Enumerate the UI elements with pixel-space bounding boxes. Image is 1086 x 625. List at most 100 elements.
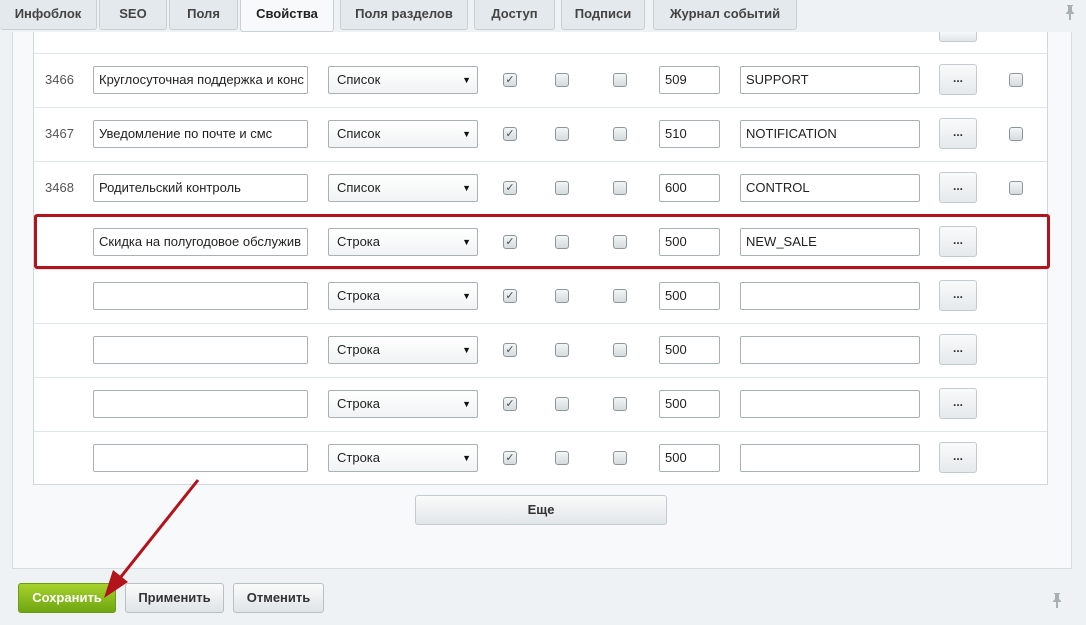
property-flag-checkbox[interactable]: ✓ <box>503 127 517 141</box>
property-flag-checkbox[interactable] <box>555 451 569 465</box>
property-type-value: Список <box>337 126 381 141</box>
pin-icon[interactable] <box>1064 4 1076 24</box>
property-delete-checkbox[interactable] <box>1009 73 1023 87</box>
more-rows-button[interactable]: Еще <box>415 495 667 525</box>
property-name-input[interactable]: Уведомление по почте и смс <box>93 120 308 148</box>
property-flag-checkbox[interactable] <box>555 235 569 249</box>
property-type-select[interactable]: Строка ▼ <box>328 390 478 418</box>
property-settings-button[interactable]: ... <box>939 172 977 203</box>
property-type-select[interactable]: Список ▼ <box>328 174 478 202</box>
property-code-input[interactable]: NEW_SALE <box>740 228 920 256</box>
property-flag-checkbox[interactable]: ✓ <box>503 73 517 87</box>
table-row: 3467 Уведомление по почте и смс Список ▼ ✓ 51… <box>34 107 1047 161</box>
table-row: 3466 Круглосуточная поддержка и конс Списо… <box>34 53 1047 107</box>
tab-event-log[interactable]: Журнал событий <box>653 0 797 30</box>
properties-button-partial[interactable] <box>939 32 977 42</box>
property-settings-button[interactable]: ... <box>939 442 977 473</box>
property-code-input[interactable] <box>740 336 920 364</box>
property-code-input[interactable] <box>740 444 920 472</box>
property-settings-button[interactable]: ... <box>939 64 977 95</box>
property-sort-input[interactable]: 500 <box>659 390 720 418</box>
properties-table: 3466 Круглосуточная поддержка и конс Списо… <box>33 32 1048 485</box>
save-button[interactable]: Сохранить <box>18 583 116 613</box>
table-row: Скидка на полугодовое обслужив Строка ▼ ✓ 50… <box>34 215 1047 269</box>
property-delete-checkbox[interactable] <box>1009 127 1023 141</box>
apply-button[interactable]: Применить <box>125 583 224 613</box>
property-name-input[interactable] <box>93 444 308 472</box>
tab-section-fields[interactable]: Поля разделов <box>340 0 468 30</box>
property-flag-checkbox[interactable] <box>555 343 569 357</box>
property-flag-checkbox[interactable] <box>555 397 569 411</box>
property-code-input[interactable] <box>740 282 920 310</box>
property-flag-checkbox[interactable] <box>613 181 627 195</box>
property-flag-checkbox[interactable] <box>613 343 627 357</box>
property-id: 3468 <box>45 180 74 195</box>
property-settings-button[interactable]: ... <box>939 280 977 311</box>
property-flag-checkbox[interactable] <box>555 289 569 303</box>
property-flag-checkbox[interactable]: ✓ <box>503 397 517 411</box>
table-row: Строка ▼ ✓ 500... <box>34 269 1047 323</box>
property-sort-input[interactable]: 510 <box>659 120 720 148</box>
property-code-input[interactable]: CONTROL <box>740 174 920 202</box>
property-flag-checkbox[interactable] <box>613 73 627 87</box>
tab-infoblock[interactable]: Инфоблок <box>0 0 97 30</box>
property-flag-checkbox[interactable] <box>613 397 627 411</box>
table-row: Строка ▼ ✓ 500... <box>34 377 1047 431</box>
property-flag-checkbox[interactable] <box>555 127 569 141</box>
tab-fields[interactable]: Поля <box>169 0 238 30</box>
property-flag-checkbox[interactable] <box>613 127 627 141</box>
property-flag-checkbox[interactable]: ✓ <box>503 181 517 195</box>
property-settings-button[interactable]: ... <box>939 226 977 257</box>
property-type-value: Строка <box>337 234 381 249</box>
property-sort-input[interactable]: 500 <box>659 282 720 310</box>
property-flag-checkbox[interactable] <box>613 289 627 303</box>
cancel-button[interactable]: Отменить <box>233 583 324 613</box>
property-flag-checkbox[interactable] <box>555 73 569 87</box>
property-settings-button[interactable]: ... <box>939 388 977 419</box>
property-name-input[interactable] <box>93 336 308 364</box>
dropdown-arrow-icon: ▼ <box>462 129 471 139</box>
property-flag-checkbox[interactable]: ✓ <box>503 451 517 465</box>
property-flag-checkbox[interactable]: ✓ <box>503 343 517 357</box>
property-sort-input[interactable]: 500 <box>659 336 720 364</box>
dropdown-arrow-icon: ▼ <box>462 453 471 463</box>
property-id: 3466 <box>45 72 74 87</box>
property-name-input[interactable] <box>93 282 308 310</box>
property-type-select[interactable]: Строка ▼ <box>328 228 478 256</box>
table-row: Строка ▼ ✓ 500... <box>34 323 1047 377</box>
tab-seo[interactable]: SEO <box>99 0 167 30</box>
property-flag-checkbox[interactable] <box>613 451 627 465</box>
property-flag-checkbox[interactable]: ✓ <box>503 235 517 249</box>
property-name-input[interactable]: Круглосуточная поддержка и конс <box>93 66 308 94</box>
property-settings-button[interactable]: ... <box>939 334 977 365</box>
property-sort-input[interactable]: 600 <box>659 174 720 202</box>
property-code-input[interactable]: NOTIFICATION <box>740 120 920 148</box>
property-flag-checkbox[interactable] <box>555 181 569 195</box>
property-name-input[interactable] <box>93 390 308 418</box>
tab-access[interactable]: Доступ <box>474 0 555 30</box>
property-type-value: Список <box>337 180 381 195</box>
tab-properties[interactable]: Свойства <box>240 0 334 32</box>
property-type-select[interactable]: Строка ▼ <box>328 444 478 472</box>
property-delete-checkbox[interactable] <box>1009 181 1023 195</box>
property-type-value: Строка <box>337 342 381 357</box>
property-sort-input[interactable]: 509 <box>659 66 720 94</box>
property-type-select[interactable]: Строка ▼ <box>328 282 478 310</box>
property-type-select[interactable]: Список ▼ <box>328 66 478 94</box>
property-type-select[interactable]: Список ▼ <box>328 120 478 148</box>
property-sort-input[interactable]: 500 <box>659 228 720 256</box>
property-sort-input[interactable]: 500 <box>659 444 720 472</box>
property-flag-checkbox[interactable]: ✓ <box>503 289 517 303</box>
tab-captions[interactable]: Подписи <box>561 0 645 30</box>
dropdown-arrow-icon: ▼ <box>462 237 471 247</box>
pin-icon[interactable] <box>1051 592 1063 612</box>
property-name-input[interactable]: Скидка на полугодовое обслужив <box>93 228 308 256</box>
property-code-input[interactable]: SUPPORT <box>740 66 920 94</box>
property-code-input[interactable] <box>740 390 920 418</box>
tab-bar: Инфоблок SEO Поля Свойства Поля разделов… <box>0 0 1086 32</box>
property-type-select[interactable]: Строка ▼ <box>328 336 478 364</box>
dropdown-arrow-icon: ▼ <box>462 291 471 301</box>
property-name-input[interactable]: Родительский контроль <box>93 174 308 202</box>
property-flag-checkbox[interactable] <box>613 235 627 249</box>
property-settings-button[interactable]: ... <box>939 118 977 149</box>
